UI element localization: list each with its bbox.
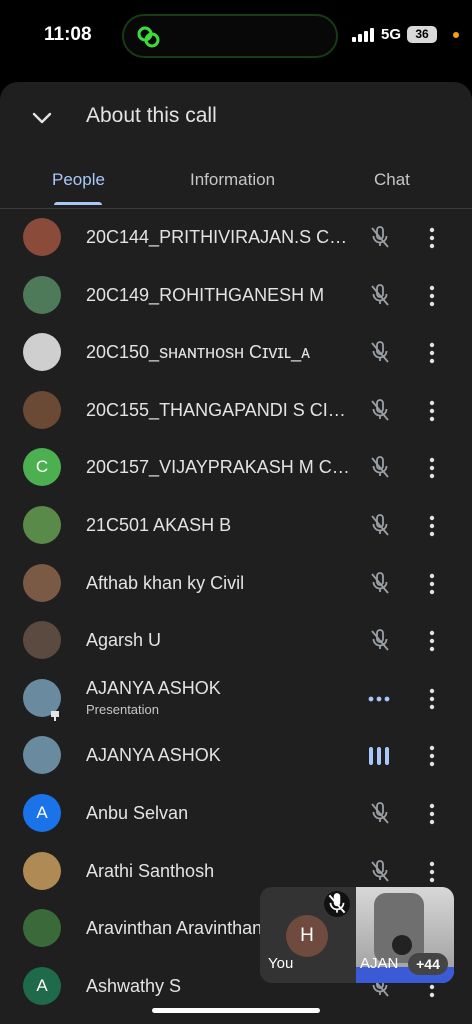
speaker-label: AJAN — [360, 955, 399, 972]
avatar — [23, 275, 61, 314]
avatar — [23, 851, 61, 890]
self-tile[interactable]: H You — [260, 887, 356, 983]
avatar — [23, 563, 61, 602]
about-call-sheet: About this call People Information Chat … — [0, 82, 472, 1024]
more-vert-icon[interactable] — [428, 284, 436, 313]
battery-icon: 36 — [407, 26, 437, 43]
list-item[interactable]: 20C144_PRITHIVIRAJAN.S CIVIL — [0, 209, 472, 267]
participant-count-badge: +44 — [408, 953, 448, 975]
avatar: H — [286, 915, 328, 957]
avatar — [23, 505, 61, 544]
sheet-header: About this call — [0, 82, 472, 152]
list-item[interactable]: 21C501 AKASH B — [0, 497, 472, 555]
list-item[interactable]: C 20C157_VIJAYPRAKASH M CIVIL — [0, 439, 472, 497]
participant-name: 20C150_sʜᴀɴᴛʜᴏsʜ Cɪᴠɪʟ_ᴀ — [86, 342, 311, 363]
list-item[interactable]: A Anbu Selvan — [0, 785, 472, 843]
mic-off-icon[interactable] — [368, 283, 392, 314]
more-vert-icon[interactable] — [428, 399, 436, 428]
participant-name: AJANYA ASHOK — [86, 745, 221, 766]
status-time: 11:08 — [44, 24, 92, 45]
list-item[interactable]: Agarsh U — [0, 612, 472, 670]
participant-subtitle: Presentation — [86, 701, 159, 717]
avatar — [23, 333, 61, 372]
more-vert-icon[interactable] — [428, 514, 436, 543]
avatar — [23, 218, 61, 256]
chevron-down-icon[interactable] — [30, 106, 54, 130]
participant-name: Arathi Santhosh — [86, 860, 215, 881]
participant-name: 20C157_VIJAYPRAKASH M CIVIL — [86, 457, 352, 478]
mic-off-icon[interactable] — [368, 571, 392, 602]
avatar — [23, 736, 61, 775]
mic-off-icon[interactable] — [368, 225, 392, 256]
more-vert-icon[interactable] — [428, 572, 436, 601]
avatar — [23, 909, 61, 948]
network-type: 5G — [381, 26, 402, 43]
list-item[interactable]: 20C150_sʜᴀɴᴛʜᴏsʜ Cɪᴠɪʟ_ᴀ — [0, 324, 472, 382]
tab-indicator — [54, 202, 102, 205]
self-label: You — [268, 955, 294, 972]
more-vert-icon[interactable] — [428, 456, 436, 485]
mic-off-icon — [324, 891, 350, 917]
dynamic-island[interactable] — [122, 14, 338, 58]
mic-off-icon[interactable] — [368, 340, 392, 371]
list-item[interactable]: AJANYA ASHOK Presentation — [0, 670, 472, 728]
list-item[interactable]: 20C149_ROHITHGANESH M — [0, 267, 472, 325]
avatar: A — [23, 966, 61, 1005]
mic-off-icon[interactable] — [368, 628, 392, 659]
list-item[interactable]: Afthab khan ky Civil — [0, 555, 472, 613]
participant-name: Agarsh U — [86, 630, 162, 651]
more-vert-icon[interactable] — [428, 687, 436, 716]
participant-name: Ashwathy S — [86, 975, 182, 996]
list-item[interactable]: AJANYA ASHOK — [0, 727, 472, 785]
tab-bar: People Information Chat — [0, 152, 472, 209]
list-item[interactable]: 20C155_THANGAPANDI S CIVIL — [0, 382, 472, 440]
speaker-tile[interactable]: AJAN +44 — [356, 887, 454, 983]
participant-name: Aravinthan Aravinthan — [86, 918, 263, 939]
more-vert-icon[interactable] — [428, 744, 436, 773]
mic-off-icon[interactable] — [368, 398, 392, 429]
more-vert-icon[interactable] — [428, 860, 436, 889]
participant-name: AJANYA ASHOK — [86, 677, 221, 698]
participant-name: Anbu Selvan — [86, 802, 189, 823]
privacy-dot — [453, 32, 459, 38]
participant-name: Afthab khan ky Civil — [86, 572, 245, 593]
avatar: C — [23, 448, 61, 487]
tab-information[interactable]: Information — [190, 170, 275, 190]
avatar — [23, 390, 61, 429]
avatar — [23, 621, 61, 660]
more-vert-icon[interactable] — [428, 341, 436, 370]
meet-link-icon — [137, 26, 160, 48]
speaking-bars-icon[interactable] — [368, 744, 390, 773]
mic-off-icon[interactable] — [368, 801, 392, 832]
presentation-icon — [50, 708, 60, 721]
home-indicator — [152, 1008, 320, 1013]
mic-off-icon[interactable] — [368, 859, 392, 890]
participant-name: 20C149_ROHITHGANESH M — [86, 284, 325, 305]
more-vert-icon[interactable] — [428, 629, 436, 658]
mic-off-icon[interactable] — [368, 513, 392, 544]
more-vert-icon[interactable] — [428, 226, 436, 255]
status-bar: 11:08 5G 36 — [0, 0, 472, 80]
floating-self-view[interactable]: H You AJAN +44 — [260, 887, 454, 983]
signal-icon — [352, 28, 374, 42]
more-vert-icon[interactable] — [428, 802, 436, 831]
participant-name: 20C144_PRITHIVIRAJAN.S CIVIL — [86, 227, 352, 247]
participant-name: 21C501 AKASH B — [86, 514, 232, 535]
tab-people[interactable]: People — [52, 170, 105, 190]
tab-chat[interactable]: Chat — [374, 170, 410, 190]
mic-off-icon[interactable] — [368, 455, 392, 486]
presenting-dots-icon[interactable] — [368, 687, 390, 716]
page-title: About this call — [86, 104, 217, 127]
avatar: A — [23, 793, 61, 832]
participant-name: 20C155_THANGAPANDI S CIVIL — [86, 399, 352, 420]
